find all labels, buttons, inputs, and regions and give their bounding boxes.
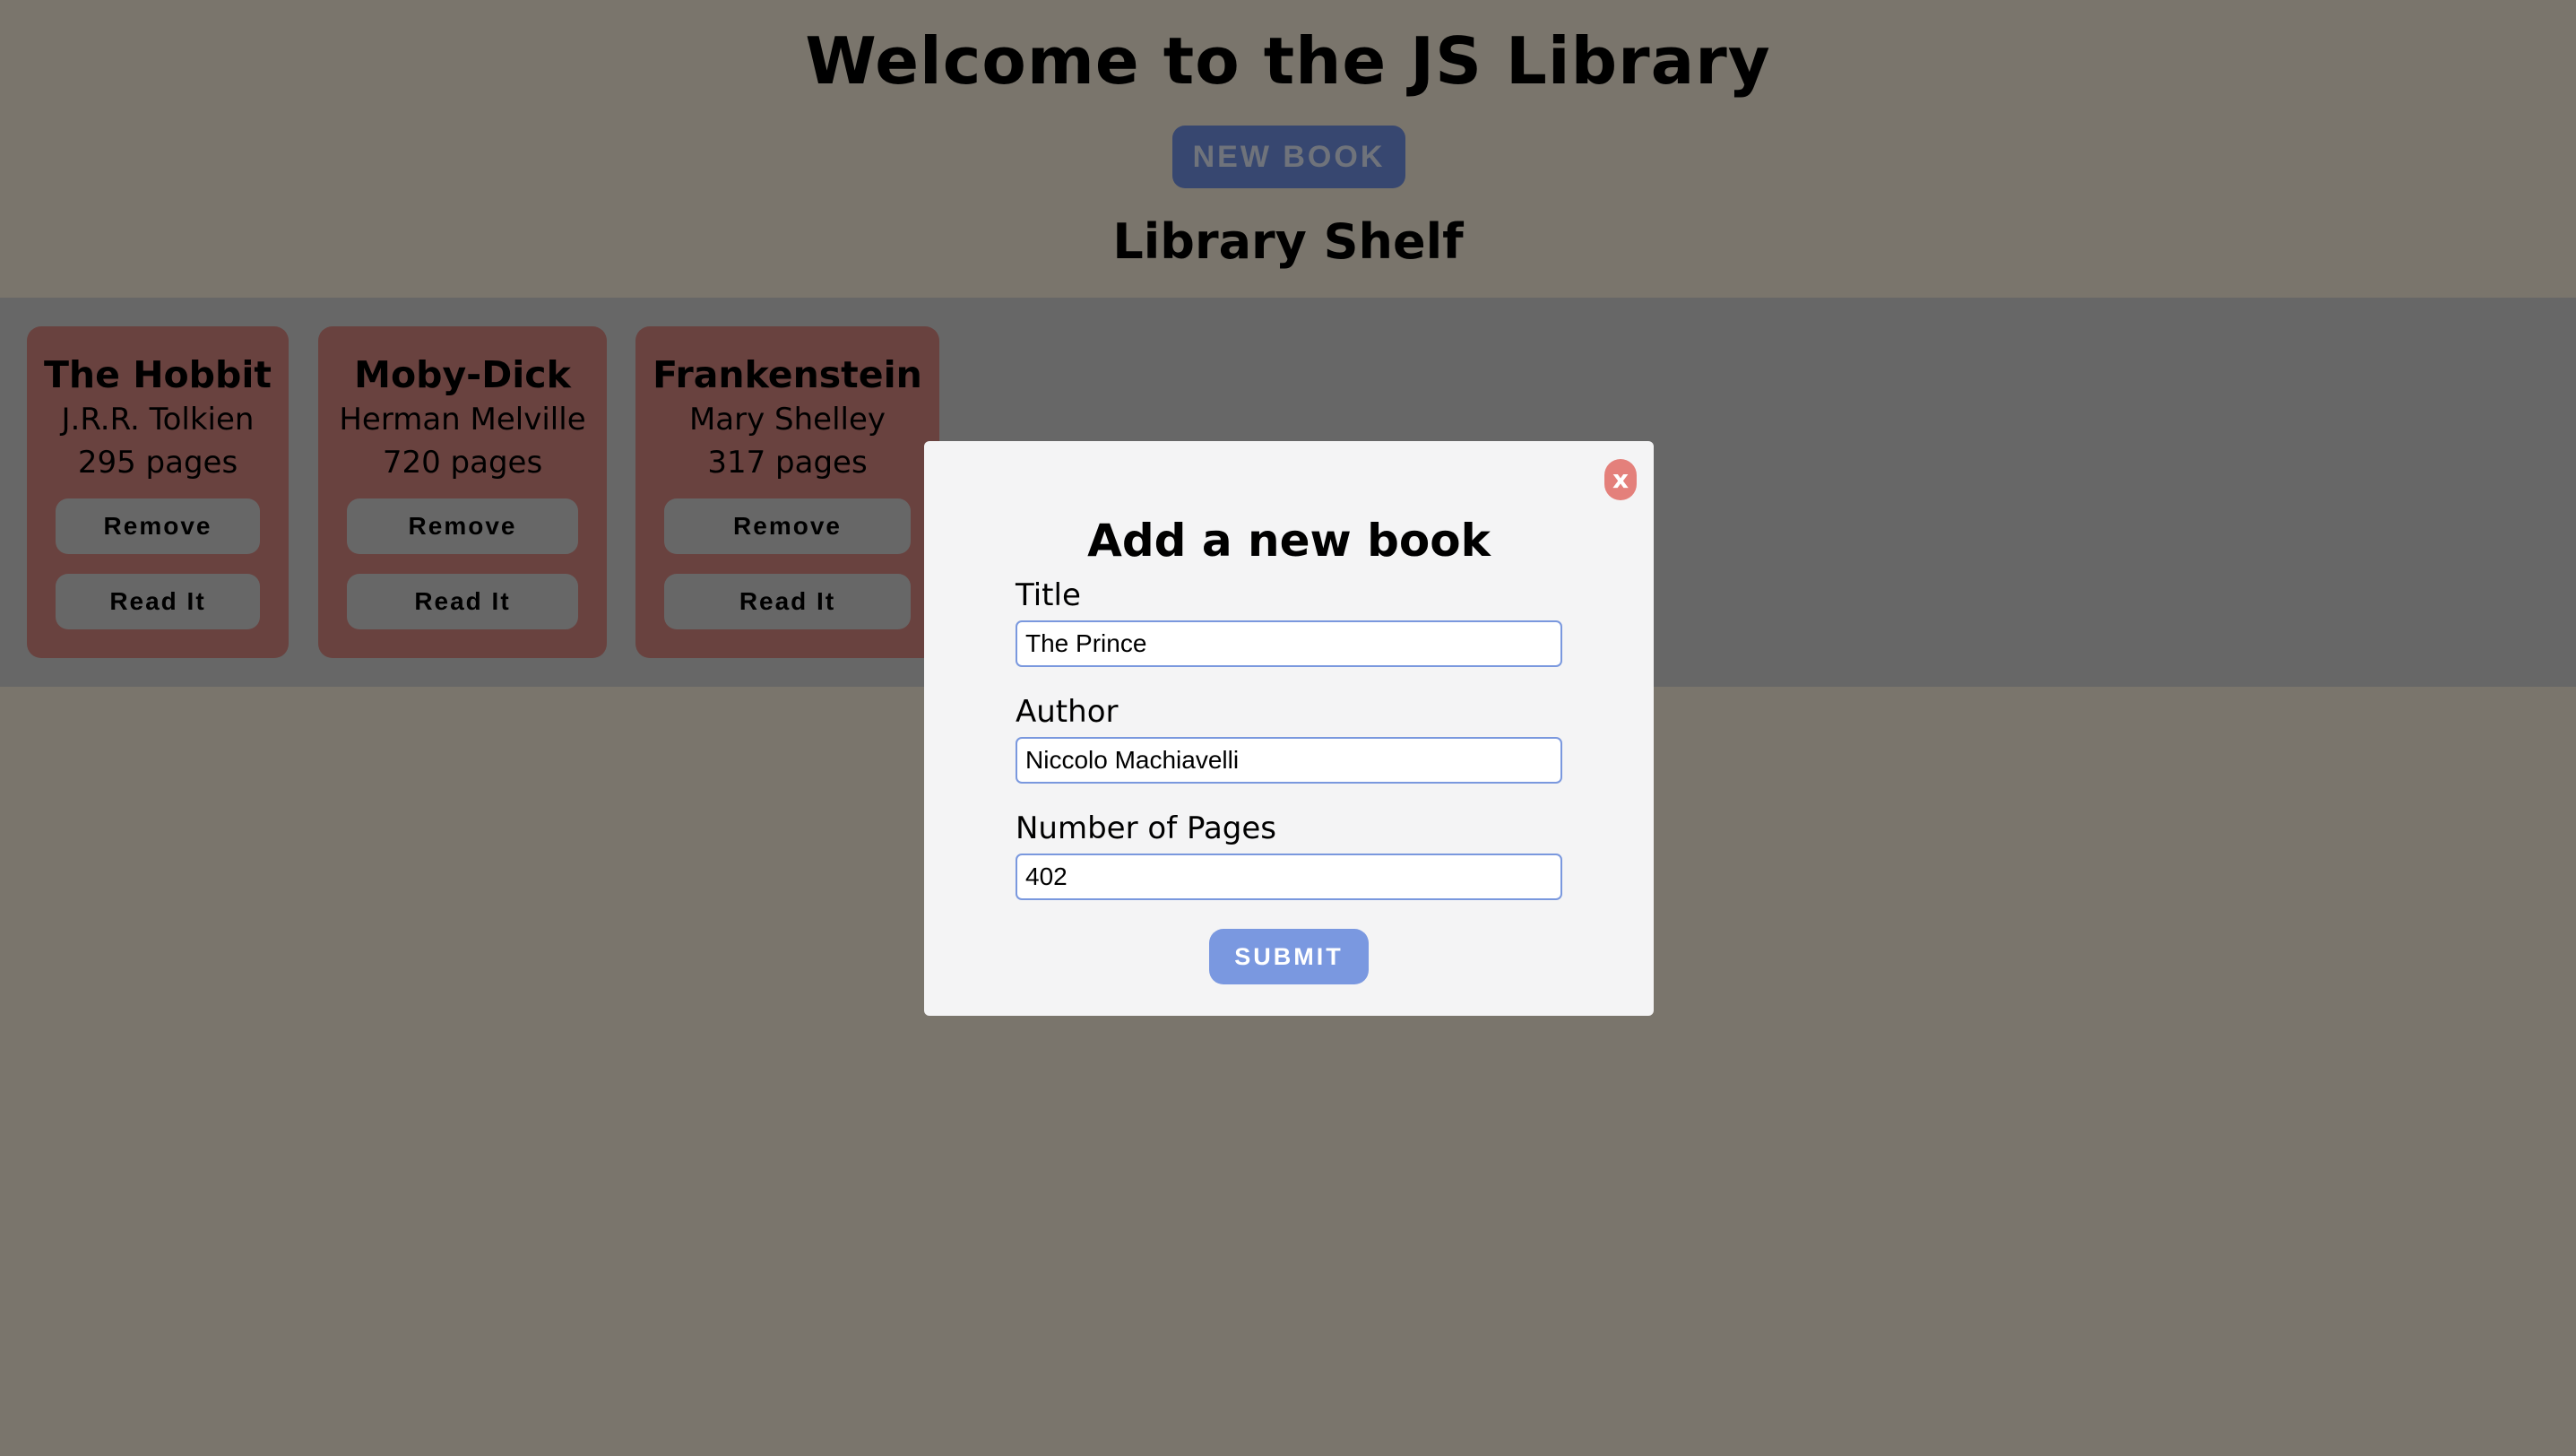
- close-button[interactable]: x: [1604, 459, 1637, 500]
- submit-button[interactable]: SUBMIT: [1209, 929, 1369, 984]
- pages-label: Number of Pages: [1016, 810, 1276, 846]
- pages-input[interactable]: [1016, 854, 1562, 900]
- modal-title: Add a new book: [1087, 515, 1491, 567]
- title-input[interactable]: [1016, 620, 1562, 667]
- add-book-modal: x Add a new book Title Author Number of …: [924, 441, 1654, 1016]
- author-label: Author: [1016, 694, 1119, 730]
- author-input[interactable]: [1016, 737, 1562, 784]
- title-label: Title: [1016, 577, 1081, 613]
